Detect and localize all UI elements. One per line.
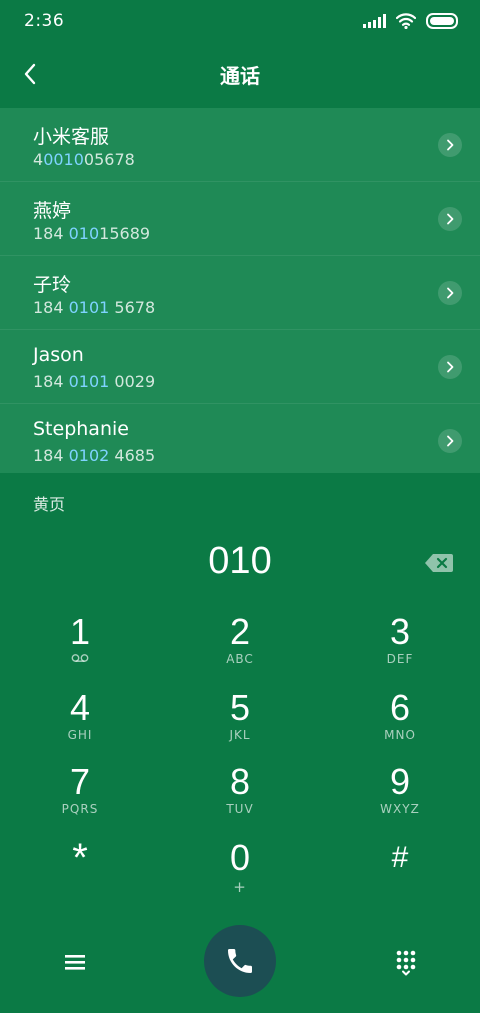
number-match-highlight: 0101 bbox=[68, 372, 110, 391]
dialpad-toggle-button[interactable] bbox=[388, 945, 424, 981]
key-letters: + bbox=[233, 878, 247, 896]
contact-number: 184 01015689 bbox=[33, 224, 151, 243]
contact-suggestion-list: 小米客服 4001005678 燕婷 184 01015689 子玲 184 0… bbox=[0, 108, 480, 473]
yellow-pages-link[interactable]: 黄页 bbox=[33, 491, 65, 515]
signal-icon bbox=[363, 14, 386, 28]
key-digit: 0 bbox=[229, 837, 251, 878]
contact-name: 子玲 bbox=[33, 274, 72, 296]
contact-row[interactable]: 燕婷 184 01015689 bbox=[0, 182, 480, 256]
contact-detail-button[interactable] bbox=[438, 281, 462, 305]
contact-detail-button[interactable] bbox=[438, 133, 462, 157]
contact-name: 燕婷 bbox=[33, 200, 72, 222]
contact-number: 184 0101 0029 bbox=[33, 372, 156, 391]
key-digit: 2 bbox=[229, 611, 251, 652]
status-bar: 2:36 bbox=[0, 0, 480, 42]
contact-row[interactable]: Jason 184 0101 0029 bbox=[0, 330, 480, 404]
contact-row[interactable]: 小米客服 4001005678 bbox=[0, 108, 480, 182]
key-digit: # bbox=[391, 841, 409, 874]
number-match-highlight: 010 bbox=[68, 224, 100, 243]
app-bar: 通话 bbox=[0, 42, 480, 108]
key-letters: WXYZ bbox=[380, 802, 420, 816]
chevron-right-icon bbox=[447, 287, 454, 299]
contact-name: Stephanie bbox=[33, 418, 129, 440]
backspace-icon bbox=[425, 554, 453, 572]
contact-row[interactable]: 子玲 184 0101 5678 bbox=[0, 256, 480, 330]
page-title: 通话 bbox=[220, 64, 260, 88]
contact-name: Jason bbox=[33, 344, 84, 366]
key-1[interactable]: 1 bbox=[0, 610, 160, 684]
key-star[interactable]: * bbox=[0, 836, 160, 910]
contact-number: 4001005678 bbox=[33, 150, 135, 169]
key-5[interactable]: 5 JKL bbox=[160, 686, 320, 760]
wifi-icon bbox=[396, 13, 416, 29]
key-letters: PQRS bbox=[61, 802, 99, 816]
key-3[interactable]: 3 DEF bbox=[320, 610, 480, 684]
chevron-right-icon bbox=[447, 213, 454, 225]
status-time: 2:36 bbox=[24, 11, 65, 31]
key-0[interactable]: 0 + bbox=[160, 836, 320, 910]
key-9[interactable]: 9 WXYZ bbox=[320, 760, 480, 834]
key-letters: TUV bbox=[226, 802, 254, 816]
status-icons bbox=[363, 12, 458, 30]
key-digit: * bbox=[72, 836, 88, 880]
key-letters: DEF bbox=[386, 652, 414, 666]
key-digit: 8 bbox=[229, 761, 251, 802]
contact-detail-button[interactable] bbox=[438, 207, 462, 231]
call-button[interactable] bbox=[204, 925, 276, 997]
contact-detail-button[interactable] bbox=[438, 355, 462, 379]
number-match-highlight: 0102 bbox=[68, 446, 110, 465]
key-letters: JKL bbox=[229, 728, 251, 742]
key-digit: 1 bbox=[69, 611, 91, 652]
phone-icon bbox=[228, 949, 252, 973]
voicemail-icon bbox=[71, 654, 89, 662]
bottom-bar bbox=[0, 925, 480, 1013]
key-digit: 3 bbox=[389, 611, 411, 652]
dialpad-icon bbox=[396, 950, 416, 976]
backspace-button[interactable] bbox=[424, 552, 454, 574]
key-letters bbox=[0, 652, 160, 666]
key-letters: MNO bbox=[384, 728, 416, 742]
key-digit: 7 bbox=[69, 761, 91, 802]
contact-detail-button[interactable] bbox=[438, 429, 462, 453]
menu-button[interactable] bbox=[58, 947, 92, 977]
menu-icon bbox=[65, 955, 85, 970]
key-digit: 4 bbox=[69, 687, 91, 728]
contact-row[interactable]: Stephanie 184 0102 4685 bbox=[0, 404, 480, 477]
number-match-highlight: 0010 bbox=[43, 150, 84, 169]
key-hash[interactable]: # bbox=[320, 836, 480, 910]
number-match-highlight: 0101 bbox=[68, 298, 110, 317]
chevron-right-icon bbox=[447, 435, 454, 447]
chevron-right-icon bbox=[447, 139, 454, 151]
key-letters: GHI bbox=[67, 728, 93, 742]
key-6[interactable]: 6 MNO bbox=[320, 686, 480, 760]
key-7[interactable]: 7 PQRS bbox=[0, 760, 160, 834]
chevron-right-icon bbox=[447, 361, 454, 373]
contact-name: 小米客服 bbox=[33, 126, 110, 148]
contact-number: 184 0101 5678 bbox=[33, 298, 156, 317]
key-8[interactable]: 8 TUV bbox=[160, 760, 320, 834]
key-2[interactable]: 2 ABC bbox=[160, 610, 320, 684]
dialed-number: 010 bbox=[208, 540, 272, 582]
key-digit: 5 bbox=[229, 687, 251, 728]
battery-icon bbox=[426, 13, 458, 29]
key-4[interactable]: 4 GHI bbox=[0, 686, 160, 760]
key-digit: 6 bbox=[389, 687, 411, 728]
key-letters: ABC bbox=[226, 652, 254, 666]
key-digit: 9 bbox=[389, 761, 411, 802]
contact-number: 184 0102 4685 bbox=[33, 446, 156, 465]
